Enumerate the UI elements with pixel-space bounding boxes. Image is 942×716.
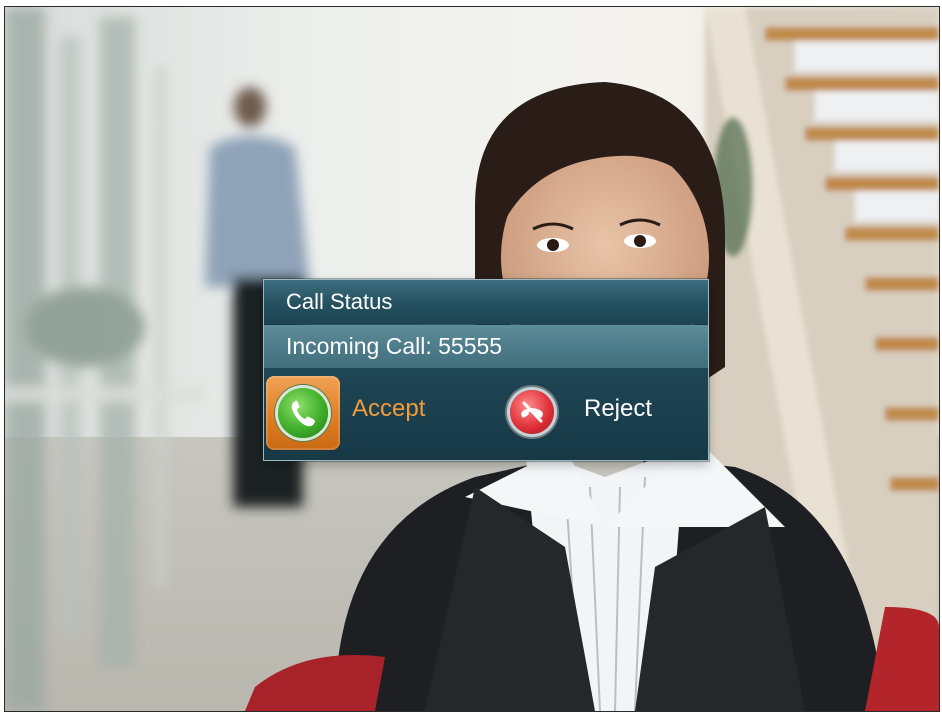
red-phone-hangup-icon: [510, 390, 554, 434]
dialog-actions: Accept Reject: [264, 368, 708, 460]
accept-focus-tile: [266, 376, 340, 450]
dialog-title-bar: Call Status: [264, 280, 708, 324]
incoming-call-message: Incoming Call: 55555: [286, 333, 503, 359]
accept-label: Accept: [352, 395, 426, 422]
accept-button[interactable]: Accept: [266, 372, 456, 452]
reject-label: Reject: [584, 395, 653, 422]
video-frame: Call Status Incoming Call: 55555 Accept: [4, 6, 940, 712]
dialog-title: Call Status: [286, 289, 393, 314]
dialog-message-bar: Incoming Call: 55555: [264, 325, 708, 368]
green-phone-answer-icon: [278, 388, 328, 438]
reject-button[interactable]: Reject: [502, 372, 682, 452]
call-status-dialog: Call Status Incoming Call: 55555 Accept: [263, 279, 709, 461]
